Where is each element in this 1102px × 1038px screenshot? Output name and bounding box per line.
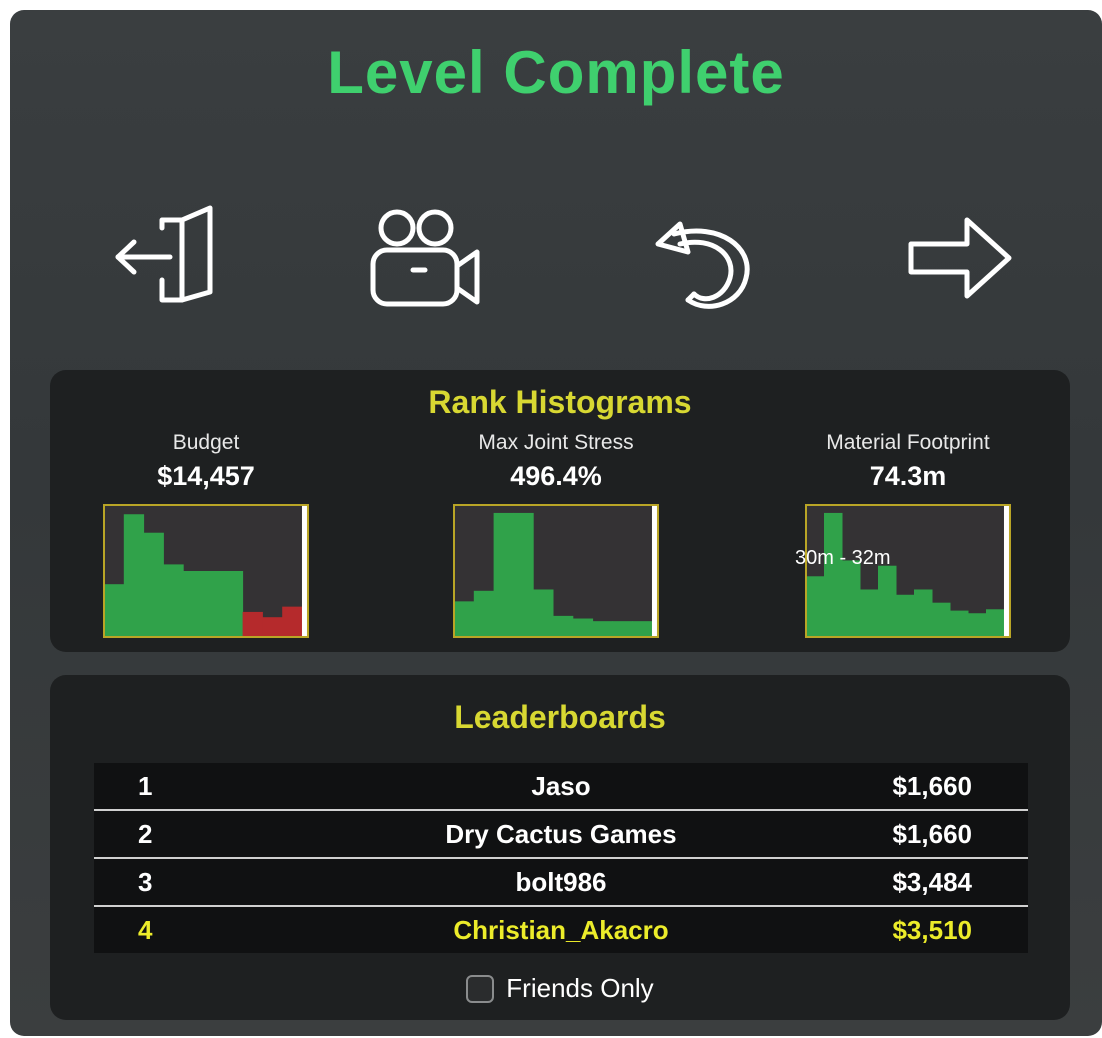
exit-door-icon: [115, 205, 213, 303]
restart-button[interactable]: [650, 200, 770, 320]
histogram-chart: 30m - 32m: [795, 504, 1011, 638]
replay-button[interactable]: [365, 200, 485, 320]
leaderboard-row[interactable]: 3 bolt986 $3,484: [94, 859, 1028, 907]
leaderboard-row[interactable]: 1 Jaso $1,660: [94, 763, 1028, 811]
histogram-bar: [454, 601, 475, 637]
rank-histograms-title: Rank Histograms: [428, 384, 692, 420]
histogram-bar: [183, 571, 204, 637]
leaderboard-score: $3,510: [892, 915, 972, 945]
histogram-value: 74.3m: [869, 461, 947, 491]
histogram-bar: [878, 565, 897, 637]
player-rank-marker: [1003, 505, 1009, 637]
max-joint-stress-histogram[interactable]: Max Joint Stress 496.4%: [416, 430, 696, 638]
leaderboard-row-current-player[interactable]: 4 Christian_Akacro $3,510: [94, 907, 1028, 953]
histogram-bar: [896, 594, 915, 637]
histogram-bar: [612, 621, 633, 637]
histogram-bar: [104, 584, 125, 637]
histogram-bar: [222, 571, 244, 637]
leaderboard-score: $1,660: [892, 771, 972, 801]
friends-only-toggle[interactable]: Friends Only: [50, 973, 1070, 1004]
histogram-bar: [824, 512, 843, 637]
leaderboard-row[interactable]: 2 Dry Cactus Games $1,660: [94, 811, 1028, 859]
histogram-bar: [163, 564, 184, 637]
histogram-bar: [262, 617, 283, 637]
player-rank-marker: [301, 505, 307, 637]
histogram-value: $14,457: [157, 461, 255, 491]
friends-only-label: Friends Only: [506, 973, 654, 1003]
histogram-bar: [842, 560, 861, 637]
histogram-bar: [473, 590, 495, 637]
leaderboards-title: Leaderboards: [454, 699, 666, 735]
next-arrow-icon: [908, 217, 1012, 299]
histogram-bar: [143, 532, 164, 637]
histogram-bar: [632, 621, 653, 637]
friends-only-checkbox[interactable]: [466, 974, 495, 1003]
rank-histograms-card: Rank Histograms Budget $14,457 Max Joint…: [50, 370, 1070, 652]
histogram-bar: [533, 589, 554, 637]
leaderboard-player-name: Christian_Akacro: [453, 915, 669, 945]
histogram-bar: [242, 611, 263, 637]
histogram-bar: [203, 571, 224, 637]
histogram-bar: [553, 615, 574, 637]
leaderboard-player-name: Jaso: [531, 771, 591, 801]
histogram-bar: [282, 606, 303, 637]
leaderboard-score: $3,484: [892, 867, 972, 897]
level-complete-panel: Level Complete Rank Histograms Budget $1…: [10, 10, 1102, 1036]
histogram-label: Budget: [172, 431, 240, 454]
histogram-value: 496.4%: [510, 461, 602, 491]
budget-histogram[interactable]: Budget $14,457: [66, 430, 346, 638]
histogram-bar: [932, 602, 951, 637]
histogram-bar: [986, 609, 1005, 637]
histogram-chart: [103, 504, 309, 638]
histogram-chart: [453, 504, 659, 638]
exit-button[interactable]: [110, 200, 230, 320]
material-footprint-histogram[interactable]: Material Footprint 74.3m 30m - 32m: [768, 430, 1048, 638]
histogram-bar: [572, 618, 594, 637]
histogram-bar: [493, 512, 514, 637]
page-title: Level Complete: [327, 39, 785, 106]
leaderboards-card: Leaderboards 1 Jaso $1,660 2 Dry Cactus …: [50, 675, 1070, 1020]
leaderboard-player-name: Dry Cactus Games: [445, 819, 677, 849]
histogram-bar: [968, 613, 987, 637]
histogram-bar: [914, 589, 933, 637]
histogram-bar: [123, 514, 145, 637]
leaderboard-table: 1 Jaso $1,660 2 Dry Cactus Games $1,660 …: [94, 763, 1028, 953]
replay-camera-icon: [370, 209, 480, 307]
leaderboard-score: $1,660: [892, 819, 972, 849]
next-level-button[interactable]: [905, 200, 1025, 320]
leaderboard-player-name: bolt986: [515, 867, 607, 897]
histogram-bar: [860, 589, 879, 637]
histogram-bar: [950, 610, 969, 637]
histogram-label: Material Footprint: [826, 431, 990, 454]
player-rank-marker: [651, 505, 657, 637]
histogram-bar: [592, 621, 613, 637]
histogram-label: Max Joint Stress: [478, 431, 634, 454]
histogram-bar: [806, 576, 825, 637]
histogram-tooltip: 30m - 32m: [795, 547, 891, 569]
restart-icon: [655, 221, 750, 309]
histogram-bar: [513, 512, 534, 637]
